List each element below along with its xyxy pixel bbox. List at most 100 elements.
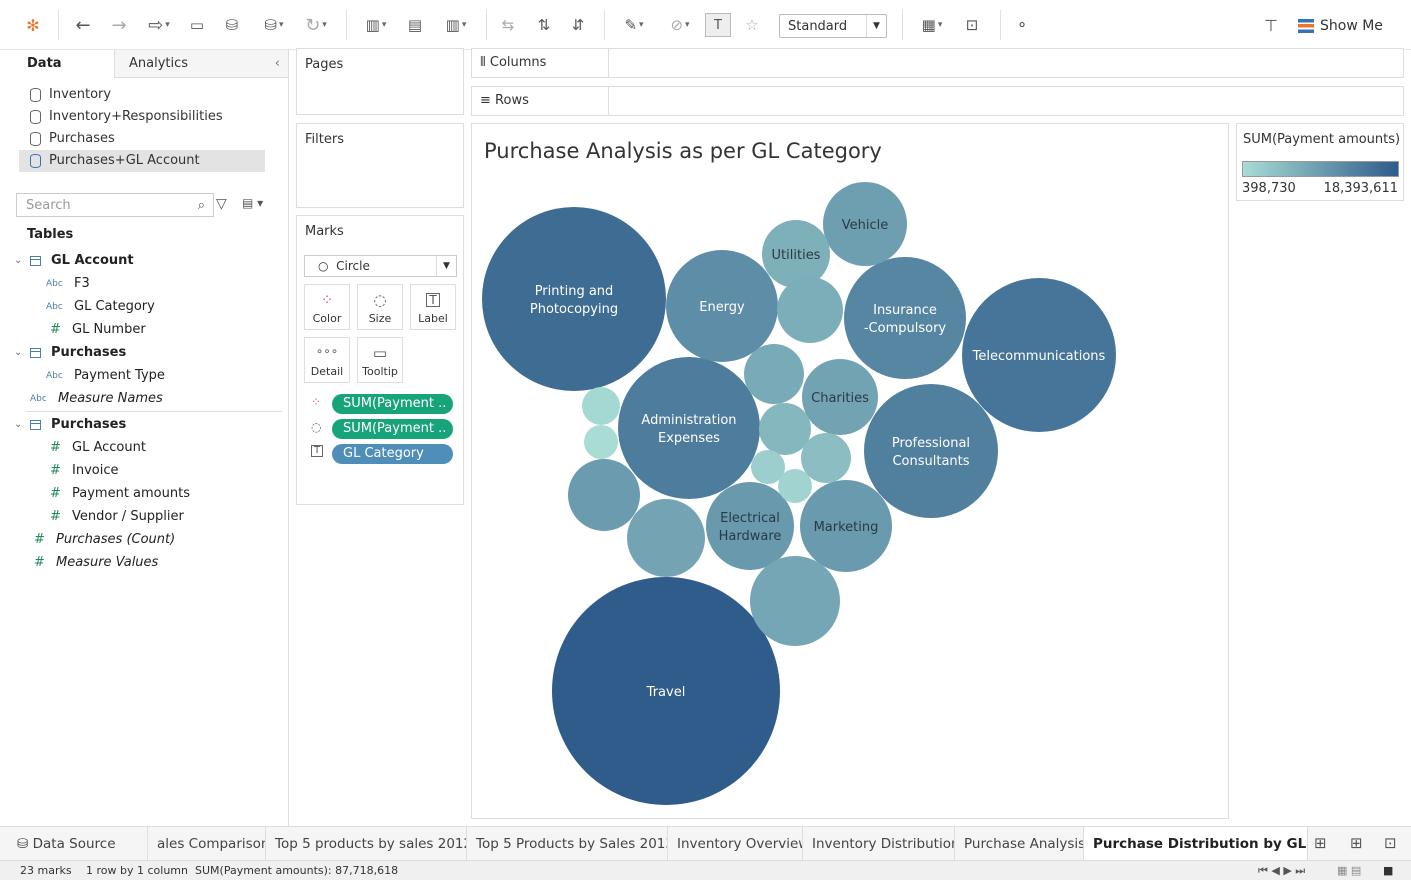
bubble-mark[interactable] <box>759 403 811 455</box>
tab-analytics[interactable]: Analytics ‹ <box>114 50 288 78</box>
grid-view-icon[interactable]: ▦ ▤ <box>1337 864 1361 877</box>
datasource-item[interactable]: Purchases <box>30 128 276 150</box>
table-gl-account[interactable]: ⌄ GL Account <box>14 250 134 272</box>
tab-inventory-overview[interactable]: Inventory Overview <box>668 827 803 861</box>
sort-descending-icon[interactable]: ⇵ <box>566 12 590 38</box>
field-gl-category[interactable]: Abc GL Category <box>46 296 155 318</box>
rows-shelf[interactable]: ≡ Rows <box>471 86 1404 116</box>
field-measure-names[interactable]: Abc Measure Names <box>30 388 163 410</box>
bubble-mark[interactable] <box>627 499 705 577</box>
pin-icon[interactable]: ☆ <box>740 12 764 38</box>
tab-purchase-distribution[interactable]: Purchase Distribution by GL Ca... <box>1084 827 1308 861</box>
size-button[interactable]: ◌ Size <box>357 284 403 330</box>
field-payment-type[interactable]: Abc Payment Type <box>46 365 165 387</box>
bubble-mark[interactable] <box>582 387 620 425</box>
field-gl-account[interactable]: # GL Account <box>50 437 146 459</box>
bubble-mark[interactable] <box>844 257 966 379</box>
pages-card[interactable]: Pages <box>296 48 464 115</box>
view-size-select[interactable]: Standard ▼ <box>779 14 887 38</box>
pill-size-sum-payment[interactable]: SUM(Payment .. <box>332 419 453 439</box>
show-me-button[interactable]: Show Me <box>1298 14 1383 38</box>
new-worksheet-icon[interactable]: ⊞ <box>1314 834 1327 852</box>
detail-button[interactable]: ∘∘∘ Detail <box>304 337 350 383</box>
filmstrip-view-icon[interactable]: ■ <box>1383 864 1393 877</box>
clear-sheet-icon[interactable]: ▥ ▾ <box>436 12 476 38</box>
tableau-logo-icon[interactable]: ✻ <box>22 12 44 38</box>
bubble-mark[interactable] <box>801 433 851 483</box>
undo-icon[interactable]: ← <box>70 12 96 38</box>
viz-area[interactable]: Purchase Analysis as per GL Category Tra… <box>471 123 1229 819</box>
tab-data-source[interactable]: ⛁ Data Source <box>8 827 148 861</box>
field-label: Purchases (Count) <box>56 532 176 547</box>
tab-top5-2012[interactable]: Top 5 products by sales 2012 <box>266 827 467 861</box>
label-button[interactable]: T Label <box>410 284 456 330</box>
bubble-label: Vehicle <box>842 218 889 233</box>
new-dashboard-icon[interactable]: ⊞ <box>1350 834 1363 852</box>
datasource-item-selected[interactable]: Purchases+GL Account <box>19 150 265 172</box>
search-placeholder: Search <box>26 197 71 213</box>
datasource-item[interactable]: Inventory <box>30 84 276 106</box>
pill-color-sum-payment[interactable]: SUM(Payment .. <box>332 394 453 414</box>
mark-type-value: Circle <box>336 259 370 273</box>
refresh-icon[interactable]: ↻ ▾ <box>298 12 334 38</box>
tab-top5-2013[interactable]: Top 5 Products by Sales 2013 <box>467 827 668 861</box>
new-worksheet-icon[interactable]: ▥ ▾ <box>356 12 396 38</box>
tooltip-button[interactable]: ▭ Tooltip <box>357 337 403 383</box>
view-size-value: Standard <box>788 18 848 34</box>
save-icon[interactable]: ▭ <box>186 12 208 38</box>
toolbar: ✻ ← → ⇨ ▾ ▭ ⛁ ⛁ ▾ ↻ ▾ ▥ ▾ ▤ ▥ ▾ ⇆ ⇅ ⇵ ✎ ▾ ⊘ ▾ T… <box>0 0 1411 50</box>
bubble-mark[interactable] <box>778 469 812 503</box>
highlight-icon[interactable]: ✎ ▾ <box>614 12 654 38</box>
tab-purchase-analysis[interactable]: Purchase Analysis <box>955 827 1084 861</box>
datasource-item[interactable]: Inventory+Responsibilities <box>30 106 276 128</box>
pill-label-gl-category[interactable]: GL Category <box>332 444 453 464</box>
tab-sales-comparison[interactable]: ales Comparison <box>148 827 266 861</box>
sort-ascending-icon[interactable]: ⇅ <box>532 12 556 38</box>
bubble-mark[interactable] <box>750 556 840 646</box>
table-purchases-2[interactable]: ⌄ Purchases <box>14 414 126 436</box>
columns-shelf[interactable]: ⦀ Columns <box>471 48 1404 78</box>
bubble-chart[interactable]: TravelPrinting and PhotocopyingTelecommun… <box>472 124 1229 819</box>
bubble-mark[interactable] <box>777 277 843 343</box>
field-gl-number[interactable]: # GL Number <box>50 319 146 341</box>
redo-icon[interactable]: → <box>106 12 132 38</box>
field-purchases-count[interactable]: # Purchases (Count) <box>34 529 175 551</box>
show-cards-icon[interactable]: ▦ ▾ <box>912 12 952 38</box>
field-vendor-supplier[interactable]: # Vendor / Supplier <box>50 506 184 528</box>
signpost-icon[interactable]: ⊤ <box>1258 12 1284 38</box>
share-icon[interactable]: ⚬ <box>1010 12 1034 38</box>
detail-label: Detail <box>310 365 344 378</box>
new-story-icon[interactable]: ⊡ <box>1384 834 1397 852</box>
field-payment-amounts[interactable]: # Payment amounts <box>50 483 190 505</box>
new-datasource-icon[interactable]: ⛁ <box>220 12 244 38</box>
swap-icon[interactable]: ⇆ <box>496 12 520 38</box>
replay-icon[interactable]: ⇨ ▾ <box>140 12 178 38</box>
table-purchases[interactable]: ⌄ Purchases <box>14 342 126 364</box>
bubble-mark[interactable] <box>584 425 618 459</box>
sheet-navigation-icon[interactable]: ⏮ ◀ ▶ ⏭ <box>1258 864 1305 878</box>
bubble-mark[interactable] <box>864 384 998 518</box>
collapse-pane-icon[interactable]: ‹ <box>275 50 280 78</box>
show-mark-labels-icon[interactable]: T <box>705 13 731 37</box>
filters-card[interactable]: Filters <box>296 123 464 208</box>
field-f3[interactable]: Abc F3 <box>46 273 90 295</box>
duplicate-sheet-icon[interactable]: ▤ <box>402 12 428 38</box>
group-icon[interactable]: ⊘ ▾ <box>660 12 700 38</box>
view-options-icon[interactable]: ▤ ▾ <box>242 196 263 210</box>
bubble-mark[interactable] <box>744 344 804 404</box>
mark-type-select[interactable]: ○ Circle ▼ <box>304 255 457 277</box>
pause-updates-icon[interactable]: ⛁ ▾ <box>256 12 292 38</box>
color-legend[interactable]: SUM(Payment amounts) 398,730 18,393,611 <box>1236 123 1404 201</box>
tab-inventory-distribution[interactable]: Inventory Distribution <box>803 827 955 861</box>
field-measure-values[interactable]: # Measure Values <box>34 552 158 574</box>
presentation-icon[interactable]: ⊡ <box>960 12 984 38</box>
rows-label: Rows <box>495 93 529 108</box>
search-input[interactable]: Search ⌕ <box>16 193 214 217</box>
bubble-mark[interactable] <box>568 459 640 531</box>
tab-data[interactable]: Data <box>0 50 114 78</box>
filter-icon[interactable]: ▽ <box>216 196 227 212</box>
color-button[interactable]: ⁘ Color <box>304 284 350 330</box>
bubble-mark[interactable] <box>482 207 666 391</box>
bubble-mark[interactable] <box>618 357 760 499</box>
field-invoice[interactable]: # Invoice <box>50 460 118 482</box>
